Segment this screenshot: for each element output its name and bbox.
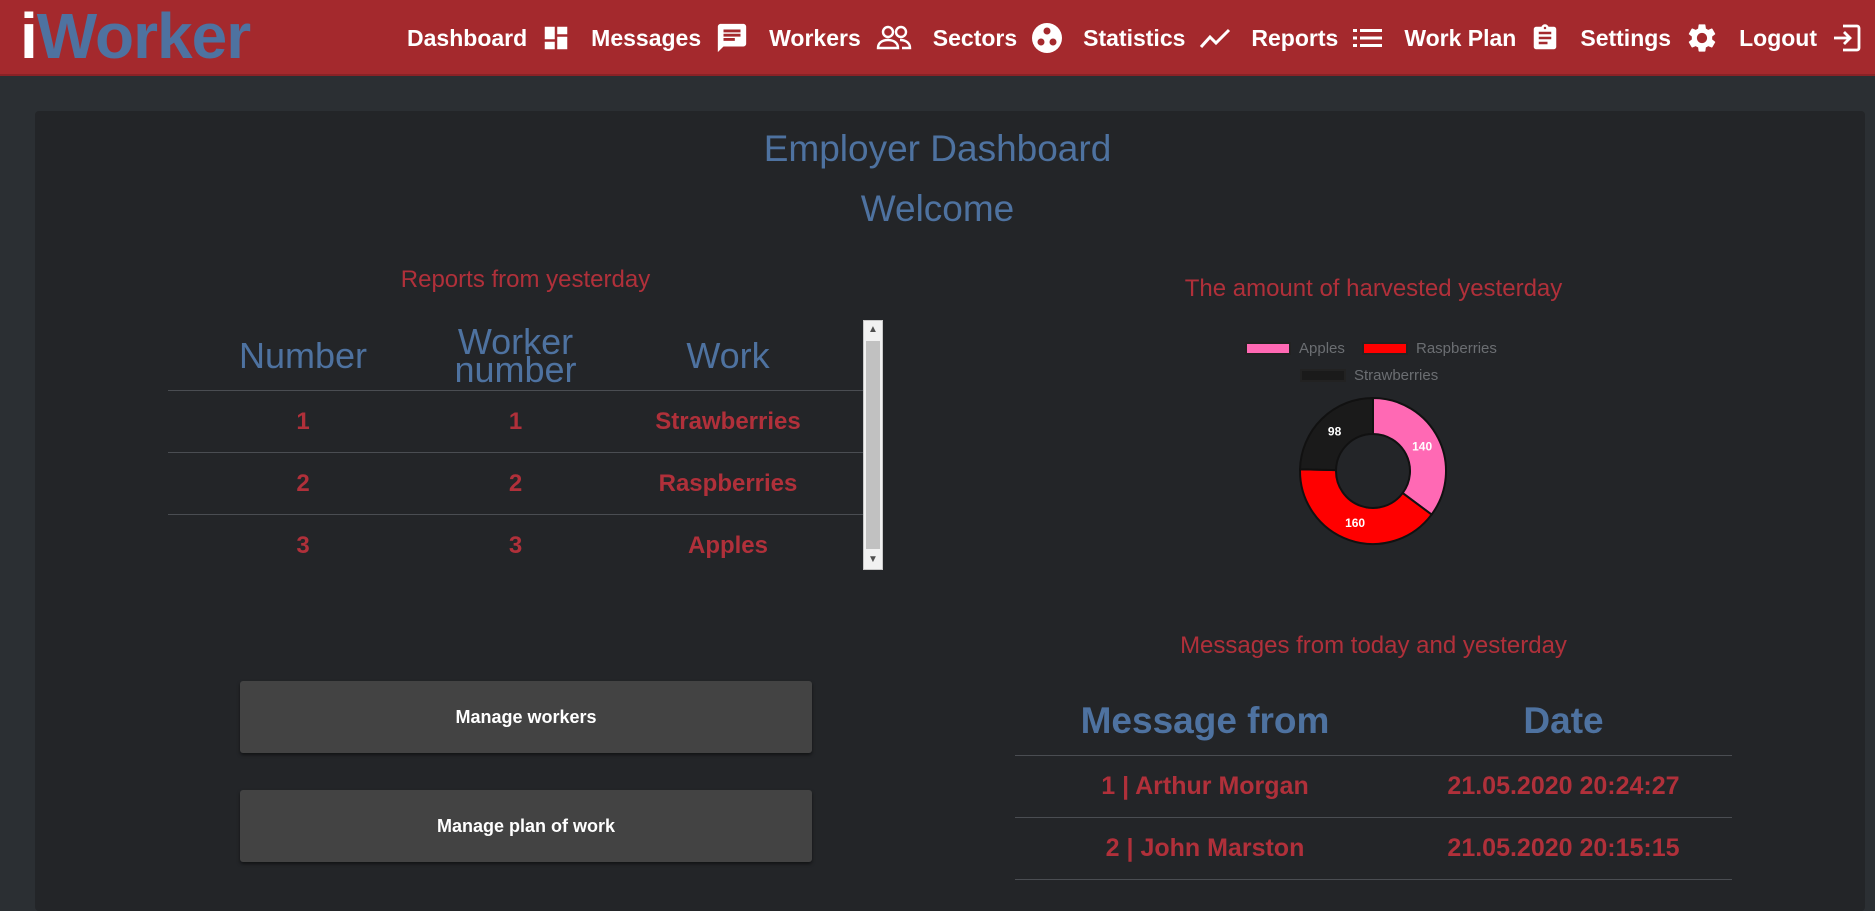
manage-workers-button[interactable]: Manage workers bbox=[240, 681, 812, 753]
col-header-work: Work bbox=[686, 335, 770, 376]
scrollbar-thumb[interactable] bbox=[866, 341, 880, 549]
cell-worker: 2 bbox=[508, 470, 523, 497]
legend-label: Strawberries bbox=[1354, 367, 1439, 384]
nav-label: Sectors bbox=[932, 24, 1018, 51]
logo-worker: Worker bbox=[36, 0, 251, 72]
cell-message-from: 2 | John Marston bbox=[1105, 834, 1305, 862]
col-header-date: Date bbox=[1523, 700, 1604, 741]
reports-panel: Number Worker number Work 1 1 Strawberri… bbox=[168, 320, 883, 570]
nav-label: Workers bbox=[769, 24, 861, 51]
legend-swatch bbox=[1362, 342, 1408, 355]
gear-icon bbox=[1688, 24, 1716, 52]
data-label-apples: 140 bbox=[1412, 439, 1432, 453]
nav-label: Statistics bbox=[1083, 24, 1186, 51]
legend-item-raspberries[interactable]: Raspberries bbox=[1362, 340, 1497, 357]
scroll-down-arrow-icon[interactable]: ▼ bbox=[864, 551, 882, 569]
navbar: iWorker Dashboard Messages Workers Secto… bbox=[0, 0, 1875, 76]
people-icon bbox=[876, 25, 911, 50]
cell-message-from: 1 | Arthur Morgan bbox=[1101, 772, 1309, 800]
nav-label: Work Plan bbox=[1404, 24, 1517, 51]
nav-item-settings[interactable]: Settings bbox=[1580, 21, 1719, 55]
cell-work: Strawberries bbox=[655, 408, 801, 435]
nav-item-dashboard[interactable]: Dashboard bbox=[407, 23, 571, 53]
table-row[interactable]: 1 | Arthur Morgan 21.05.2020 20:24:27 bbox=[1015, 756, 1732, 818]
cell-worker: 1 bbox=[508, 408, 523, 435]
cell-number: 3 bbox=[296, 532, 310, 559]
welcome-heading: Welcome bbox=[860, 188, 1015, 229]
messages-table: Message from Date 1 | Arthur Morgan 21.0… bbox=[1015, 690, 1732, 880]
legend-item-apples[interactable]: Apples bbox=[1245, 340, 1345, 357]
list-icon bbox=[1353, 29, 1383, 47]
col-header-number: Number bbox=[238, 335, 368, 376]
cell-work: Apples bbox=[687, 532, 768, 559]
nav-label: Dashboard bbox=[407, 24, 528, 51]
clipboard-icon bbox=[1534, 24, 1557, 50]
table-row: 1 1 Strawberries bbox=[168, 391, 863, 453]
reports-table: Number Worker number Work 1 1 Strawberri… bbox=[168, 320, 863, 576]
app-logo[interactable]: iWorker bbox=[20, 0, 251, 72]
logout-icon bbox=[1834, 24, 1861, 52]
legend-label: Raspberries bbox=[1416, 340, 1497, 357]
nav-label: Settings bbox=[1580, 24, 1672, 51]
messages-title: Messages from today and yesterday bbox=[1180, 632, 1567, 659]
nav-item-reports[interactable]: Reports bbox=[1251, 25, 1384, 52]
nav-menu: Dashboard Messages Workers Sectors Stati… bbox=[387, 0, 1863, 76]
cell-date: 21.05.2020 20:15:15 bbox=[1447, 834, 1680, 862]
nav-label: Messages bbox=[591, 24, 702, 51]
nav-label: Reports bbox=[1251, 24, 1339, 51]
page-title: Employer Dashboard bbox=[763, 128, 1112, 169]
col-header-worker-line2: number bbox=[454, 349, 577, 390]
nav-item-workers[interactable]: Workers bbox=[769, 23, 913, 53]
logo-i: i bbox=[20, 0, 38, 72]
nav-item-statistics[interactable]: Statistics bbox=[1083, 25, 1231, 52]
legend-swatch bbox=[1300, 369, 1346, 382]
legend-swatch bbox=[1245, 342, 1291, 355]
messages-table-header: Message from Date bbox=[1015, 690, 1732, 756]
col-header-message-from: Message from bbox=[1080, 700, 1330, 741]
reports-title: Reports from yesterday bbox=[400, 266, 651, 293]
dashboard-icon bbox=[544, 26, 568, 50]
nav-item-sectors[interactable]: Sectors bbox=[933, 22, 1063, 54]
reports-table-header: Number Worker number Work bbox=[168, 320, 863, 391]
legend-label: Apples bbox=[1299, 340, 1345, 357]
cell-date: 21.05.2020 20:24:27 bbox=[1447, 772, 1680, 800]
table-row[interactable]: 2 | John Marston 21.05.2020 20:15:15 bbox=[1015, 818, 1732, 880]
data-label-strawberries: 98 bbox=[1328, 425, 1342, 439]
manage-plan-button[interactable]: Manage plan of work bbox=[240, 790, 812, 862]
cell-work: Raspberries bbox=[658, 470, 798, 497]
harvest-doughnut-chart: 140 160 98 bbox=[1298, 396, 1447, 545]
nav-item-logout[interactable]: Logout bbox=[1739, 22, 1863, 54]
reports-scrollbar[interactable]: ▲ ▼ bbox=[863, 320, 883, 570]
trend-icon bbox=[1200, 28, 1231, 49]
col-header-worker-number: Worker number bbox=[438, 324, 593, 388]
data-label-raspberries: 160 bbox=[1345, 516, 1365, 530]
nav-item-work-plan[interactable]: Work Plan bbox=[1404, 21, 1560, 55]
scroll-up-arrow-icon[interactable]: ▲ bbox=[864, 321, 882, 339]
harvest-title: The amount of harvested yesterday bbox=[1184, 275, 1563, 302]
message-icon bbox=[717, 23, 747, 53]
cell-number: 2 bbox=[296, 470, 310, 497]
nav-label: Logout bbox=[1739, 24, 1817, 51]
sectors-icon bbox=[1032, 23, 1063, 53]
legend-item-strawberries[interactable]: Strawberries bbox=[1300, 367, 1438, 384]
table-row: 2 2 Raspberries bbox=[168, 453, 863, 515]
cell-worker: 3 bbox=[508, 532, 523, 559]
cell-number: 1 bbox=[296, 408, 310, 435]
nav-item-messages[interactable]: Messages bbox=[591, 21, 749, 55]
table-row: 3 3 Apples bbox=[168, 515, 863, 576]
